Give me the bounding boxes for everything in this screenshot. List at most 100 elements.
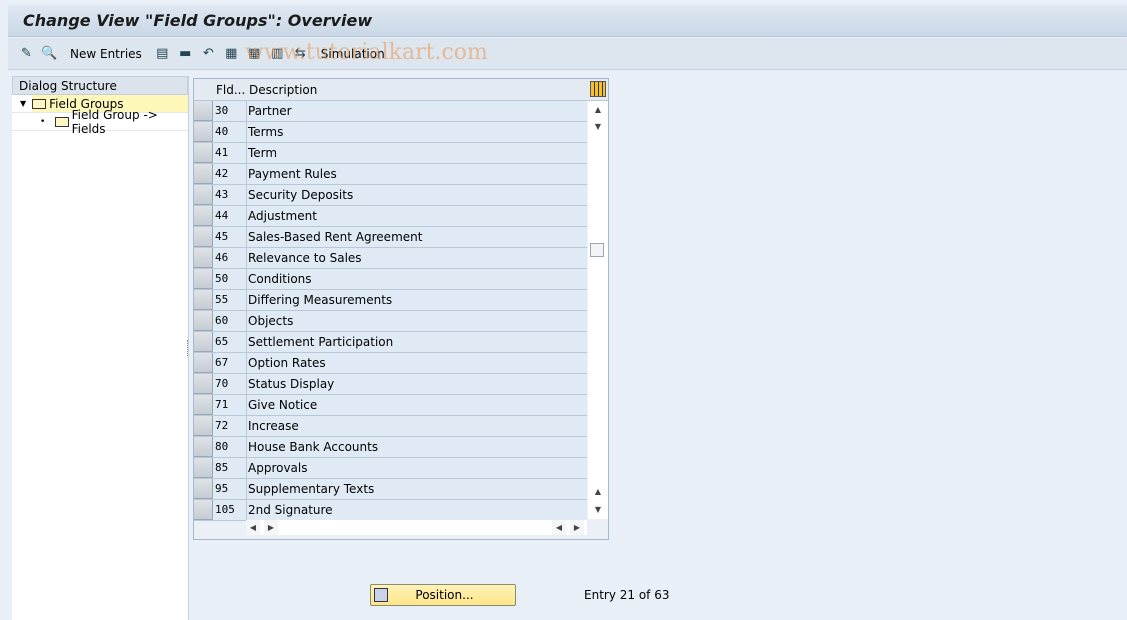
row-selector[interactable] [194,164,213,184]
select-all-icon[interactable]: ▦ [223,45,240,62]
table-row[interactable]: 72 Increase [194,416,587,437]
table-row[interactable]: 40 Terms [194,122,587,143]
column-header-field-group[interactable]: Fld... [216,83,245,97]
edit-display-icon[interactable]: ✎ [18,45,35,62]
row-selector[interactable] [194,185,213,205]
description: Objects [248,314,294,328]
vertical-scrollbar[interactable]: ▲ ▼ ▲ ▼ [588,101,608,519]
table-row[interactable]: 80 House Bank Accounts [194,437,587,458]
details-icon[interactable]: 🔍 [41,45,58,62]
field-group-id: 46 [213,248,247,268]
column-header-description[interactable]: Description [249,83,317,97]
scroll-right-icon[interactable]: ▶ [570,520,584,535]
copy-icon[interactable]: ▤ [154,45,171,62]
row-selector[interactable] [194,311,213,331]
scroll-left-icon[interactable]: ◀ [246,520,260,535]
field-group-id: 45 [213,227,247,247]
table-row[interactable]: 70 Status Display [194,374,587,395]
delete-icon[interactable]: ▬ [177,45,194,62]
description: Increase [248,419,299,433]
row-selector[interactable] [194,122,213,142]
table-row[interactable]: 85 Approvals [194,458,587,479]
new-entries-button[interactable]: New Entries [64,47,148,61]
row-selector[interactable] [194,437,213,457]
field-group-id: 42 [213,164,247,184]
field-group-id: 71 [213,395,247,415]
folder-icon [55,116,69,127]
scroll-up-icon[interactable]: ▲ [590,103,606,117]
deselect-all-icon[interactable]: ▥ [269,45,286,62]
table-row[interactable]: 67 Option Rates [194,353,587,374]
table-row[interactable]: 44 Adjustment [194,206,587,227]
title-bar: Change View "Field Groups": Overview [8,5,1127,37]
table-row[interactable]: 105 2nd Signature [194,500,587,521]
entry-counter: Entry 21 of 63 [584,588,670,602]
description: Adjustment [248,209,317,223]
table-settings-icon[interactable] [590,81,606,97]
row-selector[interactable] [194,290,213,310]
dialog-structure-header: Dialog Structure [12,76,188,95]
expand-triangle-icon[interactable]: ▼ [20,99,26,108]
description: Status Display [248,377,335,391]
scroll-down-icon[interactable]: ▼ [590,120,606,134]
description: Differing Measurements [248,293,393,307]
field-group-id: 40 [213,122,247,142]
row-selector[interactable] [194,248,213,268]
description: Payment Rules [248,167,337,181]
table-row[interactable]: 95 Supplementary Texts [194,479,587,500]
row-selector[interactable] [194,101,213,121]
page-title: Change View "Field Groups": Overview [23,11,373,30]
table-row[interactable]: 50 Conditions [194,269,587,290]
row-selector[interactable] [194,143,213,163]
description: Security Deposits [248,188,354,202]
row-selector[interactable] [194,227,213,247]
row-selector[interactable] [194,479,213,499]
table-row[interactable]: 45 Sales-Based Rent Agreement [194,227,587,248]
undo-icon[interactable]: ↶ [200,45,217,62]
description: Partner [248,104,292,118]
field-group-id: 60 [213,311,247,331]
table-row[interactable]: 65 Settlement Participation [194,332,587,353]
field-group-id: 67 [213,353,247,373]
folder-open-icon [32,98,47,109]
scroll-left-icon[interactable]: ◀ [552,520,566,535]
row-selector[interactable] [194,206,213,226]
row-selector[interactable] [194,395,213,415]
position-button[interactable]: Position... [370,584,516,606]
row-selector[interactable] [194,500,213,520]
row-selector[interactable] [194,416,213,436]
row-selector[interactable] [194,332,213,352]
row-selector[interactable] [194,374,213,394]
field-group-id: 95 [213,479,247,499]
row-selector[interactable] [194,458,213,478]
simulation-button[interactable]: Simulation [315,47,391,61]
description: Sales-Based Rent Agreement [248,230,423,244]
row-selector[interactable] [194,353,213,373]
scroll-thumb[interactable] [590,243,604,257]
tree-item-field-group-fields[interactable]: • Field Group -> Fields [12,108,188,136]
horizontal-scrollbar[interactable]: ◀ ▶ ◀ ▶ [246,520,587,535]
scroll-right-icon[interactable]: ▶ [264,520,278,535]
scroll-page-up-icon[interactable]: ▲ [590,485,606,499]
table-row[interactable]: 42 Payment Rules [194,164,587,185]
field-group-id: 50 [213,269,247,289]
table-row[interactable]: 30 Partner [194,101,587,122]
table-row[interactable]: 55 Differing Measurements [194,290,587,311]
field-group-id: 80 [213,437,247,457]
description: 2nd Signature [248,503,333,517]
description: Term [248,146,278,160]
select-block-icon[interactable]: ▦ [246,45,263,62]
transport-icon[interactable]: ⇆ [292,45,309,62]
scroll-page-down-icon[interactable]: ▼ [590,503,606,517]
table-row[interactable]: 71 Give Notice [194,395,587,416]
table-row[interactable]: 43 Security Deposits [194,185,587,206]
pane-splitter[interactable] [187,340,190,356]
field-group-id: 30 [213,101,247,121]
table-row[interactable]: 46 Relevance to Sales [194,248,587,269]
row-selector[interactable] [194,269,213,289]
table-row[interactable]: 41 Term [194,143,587,164]
description: House Bank Accounts [248,440,379,454]
field-group-id: 44 [213,206,247,226]
field-group-id: 41 [213,143,247,163]
table-row[interactable]: 60 Objects [194,311,587,332]
